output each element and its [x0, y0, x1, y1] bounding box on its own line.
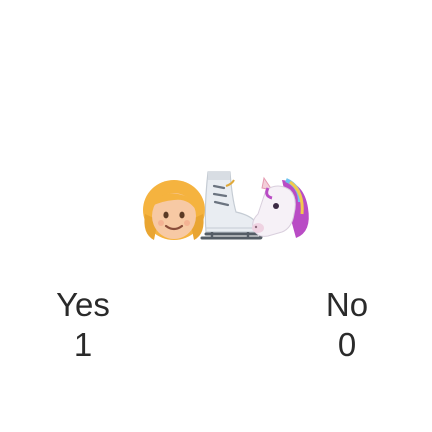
unicorn-emoji [238, 168, 318, 248]
answer-no-label: No [325, 286, 369, 323]
poll-card: Yes 1 No 0 [0, 0, 432, 432]
answer-yes-label: Yes [56, 286, 110, 323]
emoji-row [0, 168, 432, 248]
answer-no-count: 0 [337, 326, 357, 363]
answer-yes-count: 1 [73, 326, 93, 363]
answer-yes: Yes 1 [52, 286, 114, 364]
unicorn-icon [252, 176, 309, 238]
answer-no: No 0 [316, 286, 378, 364]
